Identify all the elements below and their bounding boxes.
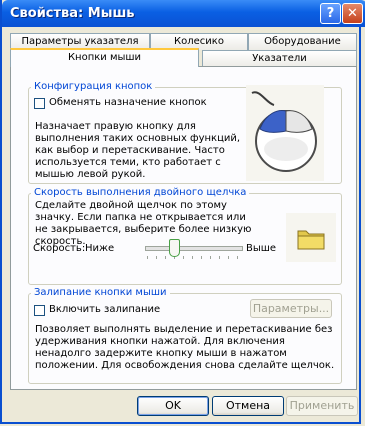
slider-tick (183, 256, 184, 259)
click-lock-legend: Залипание кнопки мыши (31, 287, 170, 298)
fast-label: Выше (246, 243, 277, 254)
help-button[interactable]: ? (320, 3, 341, 24)
tab-panel: Конфигурация кнопок Обменять назначение … (10, 66, 357, 390)
slider-tick (210, 256, 211, 259)
apply-button[interactable]: Применить (286, 396, 358, 416)
speed-label: Скорость: (33, 243, 86, 254)
tab-pointers[interactable]: Указатели (202, 50, 357, 67)
swap-buttons-label[interactable]: Обменять назначение кнопок (49, 97, 207, 109)
dialog-window: Свойства: Мышь ? ✕ Параметры указателя К… (0, 0, 365, 424)
slow-label: Ниже (85, 243, 115, 254)
slider-tick (228, 256, 229, 259)
click-lock-label[interactable]: Включить залипание (49, 304, 160, 316)
speed-slider-track[interactable] (145, 246, 243, 251)
slider-tick (237, 256, 238, 259)
ok-button[interactable]: OK (137, 396, 209, 416)
mouse-icon (246, 85, 324, 181)
slider-tick (147, 256, 148, 259)
swap-buttons-checkbox[interactable] (34, 98, 45, 109)
click-lock-description: Позволяет выполнять выделение и перетаск… (35, 324, 335, 371)
window-title: Свойства: Мышь (10, 6, 135, 21)
speed-slider-ticks (147, 256, 239, 259)
double-click-description: Сделайте двойной щелчок по этому значку.… (35, 200, 252, 247)
slider-tick (219, 256, 220, 259)
slider-tick (192, 256, 193, 259)
tab-hardware[interactable]: Оборудование (248, 33, 357, 50)
speed-slider-thumb[interactable] (168, 239, 180, 257)
close-button[interactable]: ✕ (342, 3, 363, 24)
button-config-legend: Конфигурация кнопок (31, 81, 156, 92)
tab-buttons[interactable]: Кнопки мыши (10, 48, 199, 67)
cancel-button[interactable]: Отмена (212, 396, 284, 416)
button-config-description: Назначает правую кнопку для выполнения т… (35, 121, 241, 180)
click-lock-checkbox[interactable] (34, 305, 45, 316)
slider-tick (156, 256, 157, 259)
title-bar[interactable]: Свойства: Мышь ? ✕ (2, 0, 365, 27)
double-click-legend: Скорость выполнения двойного щелчка (31, 187, 250, 198)
slider-tick (201, 256, 202, 259)
test-folder-area[interactable] (286, 213, 336, 262)
folder-icon[interactable] (286, 213, 336, 262)
slider-tick (165, 256, 166, 259)
click-lock-settings-button[interactable]: Параметры... (250, 299, 332, 318)
